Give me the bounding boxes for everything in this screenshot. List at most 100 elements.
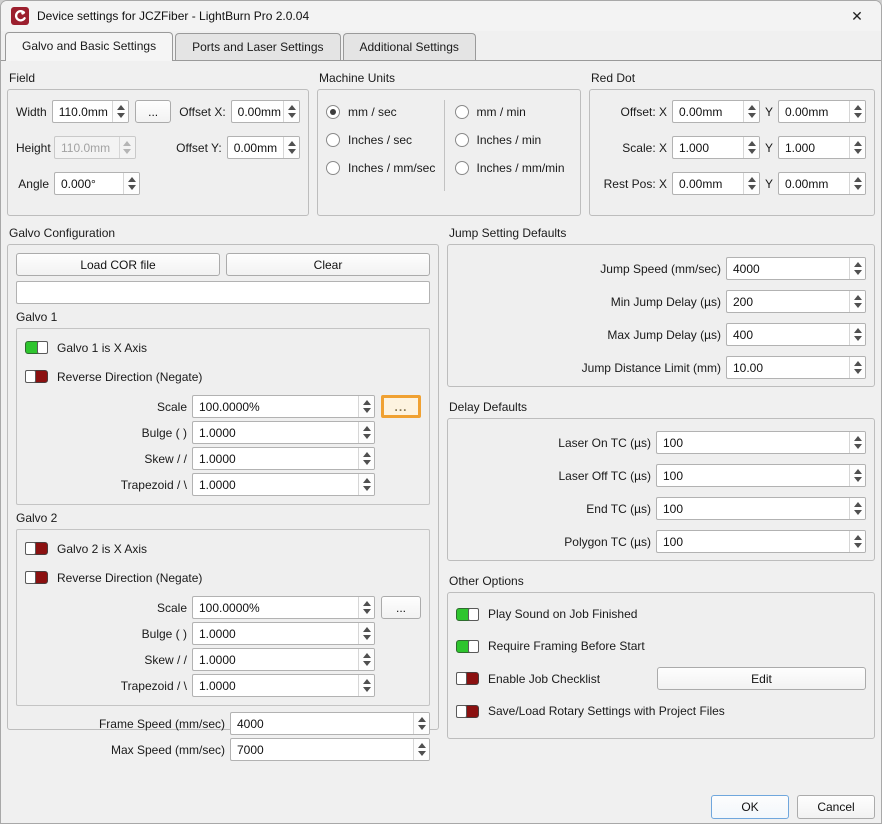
radio-icon[interactable] <box>455 133 469 147</box>
galvo2-reverse-direction-toggle-row[interactable]: Reverse Direction (Negate) <box>25 567 421 588</box>
spin-down-icon[interactable] <box>288 149 296 154</box>
galvo1-trapezoid-value[interactable]: 1.0000 <box>193 474 358 495</box>
spin-up-icon[interactable] <box>363 653 371 658</box>
spin-up-icon[interactable] <box>363 400 371 405</box>
spin-up-icon[interactable] <box>288 105 296 110</box>
spin-down-icon[interactable] <box>748 113 756 118</box>
min-jump-delay-value[interactable]: 200 <box>727 291 849 312</box>
tab-additional-settings[interactable]: Additional Settings <box>343 33 476 60</box>
spin-up-icon[interactable] <box>363 478 371 483</box>
galvo1-is-x-axis-toggle-row[interactable]: Galvo 1 is X Axis <box>25 337 421 358</box>
spin-down-icon[interactable] <box>363 408 371 413</box>
spin-down-icon[interactable] <box>854 113 862 118</box>
galvo1-trapezoid-spinbox[interactable]: 1.0000 <box>192 473 375 496</box>
toggle-switch-icon[interactable] <box>25 341 48 354</box>
spin-up-icon[interactable] <box>363 601 371 606</box>
field-angle-spinbox[interactable]: 0.000° <box>54 172 140 195</box>
red-dot-restpos-y-spinbox[interactable]: 0.00mm <box>778 172 866 195</box>
radio-inches-min[interactable]: Inches / min <box>455 130 573 149</box>
spin-down-icon[interactable] <box>748 149 756 154</box>
field-size-browse-button[interactable]: ... <box>135 100 171 123</box>
galvo2-is-x-axis-toggle-row[interactable]: Galvo 2 is X Axis <box>25 538 421 559</box>
galvo1-scale-browse-button[interactable]: ... <box>381 395 421 418</box>
enable-job-checklist-toggle-row[interactable]: Enable Job Checklist Edit <box>456 667 866 690</box>
spin-up-icon[interactable] <box>748 177 756 182</box>
galvo1-bulge-spinbox[interactable]: 1.0000 <box>192 421 375 444</box>
spin-up-icon[interactable] <box>854 361 862 366</box>
jump-distance-limit-spinbox[interactable]: 10.00 <box>726 356 866 379</box>
spin-up-icon[interactable] <box>418 717 426 722</box>
galvo1-bulge-value[interactable]: 1.0000 <box>193 422 358 443</box>
edit-checklist-button[interactable]: Edit <box>657 667 866 690</box>
offset-x-value[interactable]: 0.00mm <box>232 101 283 122</box>
spin-down-icon[interactable] <box>854 336 862 341</box>
red-dot-offset-x-spinbox[interactable]: 0.00mm <box>672 100 760 123</box>
laser-off-tc-spinbox[interactable]: 100 <box>656 464 866 487</box>
spin-down-icon[interactable] <box>363 486 371 491</box>
spin-down-icon[interactable] <box>128 185 136 190</box>
jump-speed-spinbox[interactable]: 4000 <box>726 257 866 280</box>
spin-down-icon[interactable] <box>854 149 862 154</box>
radio-mm-sec[interactable]: mm / sec <box>326 102 444 121</box>
cor-file-path-input[interactable] <box>16 281 430 304</box>
red-dot-scale-x-value[interactable]: 1.000 <box>673 137 743 158</box>
spin-down-icon[interactable] <box>363 609 371 614</box>
field-angle-value[interactable]: 0.000° <box>55 173 123 194</box>
radio-inches-mm-sec[interactable]: Inches / mm/sec <box>326 158 444 177</box>
galvo2-skew-spinbox[interactable]: 1.0000 <box>192 648 375 671</box>
galvo1-reverse-direction-toggle-row[interactable]: Reverse Direction (Negate) <box>25 366 421 387</box>
spin-down-icon[interactable] <box>117 113 125 118</box>
laser-on-tc-value[interactable]: 100 <box>657 432 849 453</box>
galvo2-scale-spinbox[interactable]: 100.0000% <box>192 596 375 619</box>
red-dot-scale-y-value[interactable]: 1.000 <box>779 137 849 158</box>
toggle-switch-icon[interactable] <box>25 571 48 584</box>
galvo1-scale-spinbox[interactable]: 100.0000% <box>192 395 375 418</box>
red-dot-scale-y-spinbox[interactable]: 1.000 <box>778 136 866 159</box>
spin-down-icon[interactable] <box>363 687 371 692</box>
spin-up-icon[interactable] <box>363 679 371 684</box>
rotary-settings-toggle-row[interactable]: Save/Load Rotary Settings with Project F… <box>456 700 866 722</box>
galvo2-trapezoid-spinbox[interactable]: 1.0000 <box>192 674 375 697</box>
galvo2-trapezoid-value[interactable]: 1.0000 <box>193 675 358 696</box>
red-dot-scale-x-spinbox[interactable]: 1.000 <box>672 136 760 159</box>
red-dot-offset-x-value[interactable]: 0.00mm <box>673 101 743 122</box>
radio-mm-min[interactable]: mm / min <box>455 102 573 121</box>
toggle-switch-icon[interactable] <box>25 370 48 383</box>
toggle-switch-icon[interactable] <box>456 640 479 653</box>
max-speed-spinbox[interactable]: 7000 <box>230 738 430 761</box>
red-dot-offset-y-spinbox[interactable]: 0.00mm <box>778 100 866 123</box>
spin-up-icon[interactable] <box>854 502 862 507</box>
field-width-spinbox[interactable]: 110.0mm <box>52 100 129 123</box>
spin-down-icon[interactable] <box>854 477 862 482</box>
offset-y-value[interactable]: 0.00mm <box>228 137 283 158</box>
spin-down-icon[interactable] <box>854 270 862 275</box>
spin-up-icon[interactable] <box>363 426 371 431</box>
radio-inches-mm-min[interactable]: Inches / mm/min <box>455 158 573 177</box>
radio-icon[interactable] <box>326 161 340 175</box>
spin-down-icon[interactable] <box>854 303 862 308</box>
spin-up-icon[interactable] <box>363 452 371 457</box>
spin-up-icon[interactable] <box>854 436 862 441</box>
max-jump-delay-spinbox[interactable]: 400 <box>726 323 866 346</box>
spin-down-icon[interactable] <box>854 444 862 449</box>
spin-up-icon[interactable] <box>748 141 756 146</box>
spin-up-icon[interactable] <box>854 469 862 474</box>
galvo1-skew-spinbox[interactable]: 1.0000 <box>192 447 375 470</box>
galvo2-skew-value[interactable]: 1.0000 <box>193 649 358 670</box>
spin-up-icon[interactable] <box>854 177 862 182</box>
end-tc-value[interactable]: 100 <box>657 498 849 519</box>
spin-up-icon[interactable] <box>854 535 862 540</box>
spin-up-icon[interactable] <box>363 627 371 632</box>
spin-up-icon[interactable] <box>128 177 136 182</box>
offset-x-spinbox[interactable]: 0.00mm <box>231 100 300 123</box>
red-dot-restpos-x-spinbox[interactable]: 0.00mm <box>672 172 760 195</box>
load-cor-file-button[interactable]: Load COR file <box>16 253 220 276</box>
spin-up-icon[interactable] <box>854 295 862 300</box>
toggle-switch-icon[interactable] <box>456 608 479 621</box>
spin-down-icon[interactable] <box>854 185 862 190</box>
spin-down-icon[interactable] <box>363 460 371 465</box>
spin-up-icon[interactable] <box>288 141 296 146</box>
spin-down-icon[interactable] <box>363 661 371 666</box>
spin-down-icon[interactable] <box>854 543 862 548</box>
jump-distance-limit-value[interactable]: 10.00 <box>727 357 849 378</box>
